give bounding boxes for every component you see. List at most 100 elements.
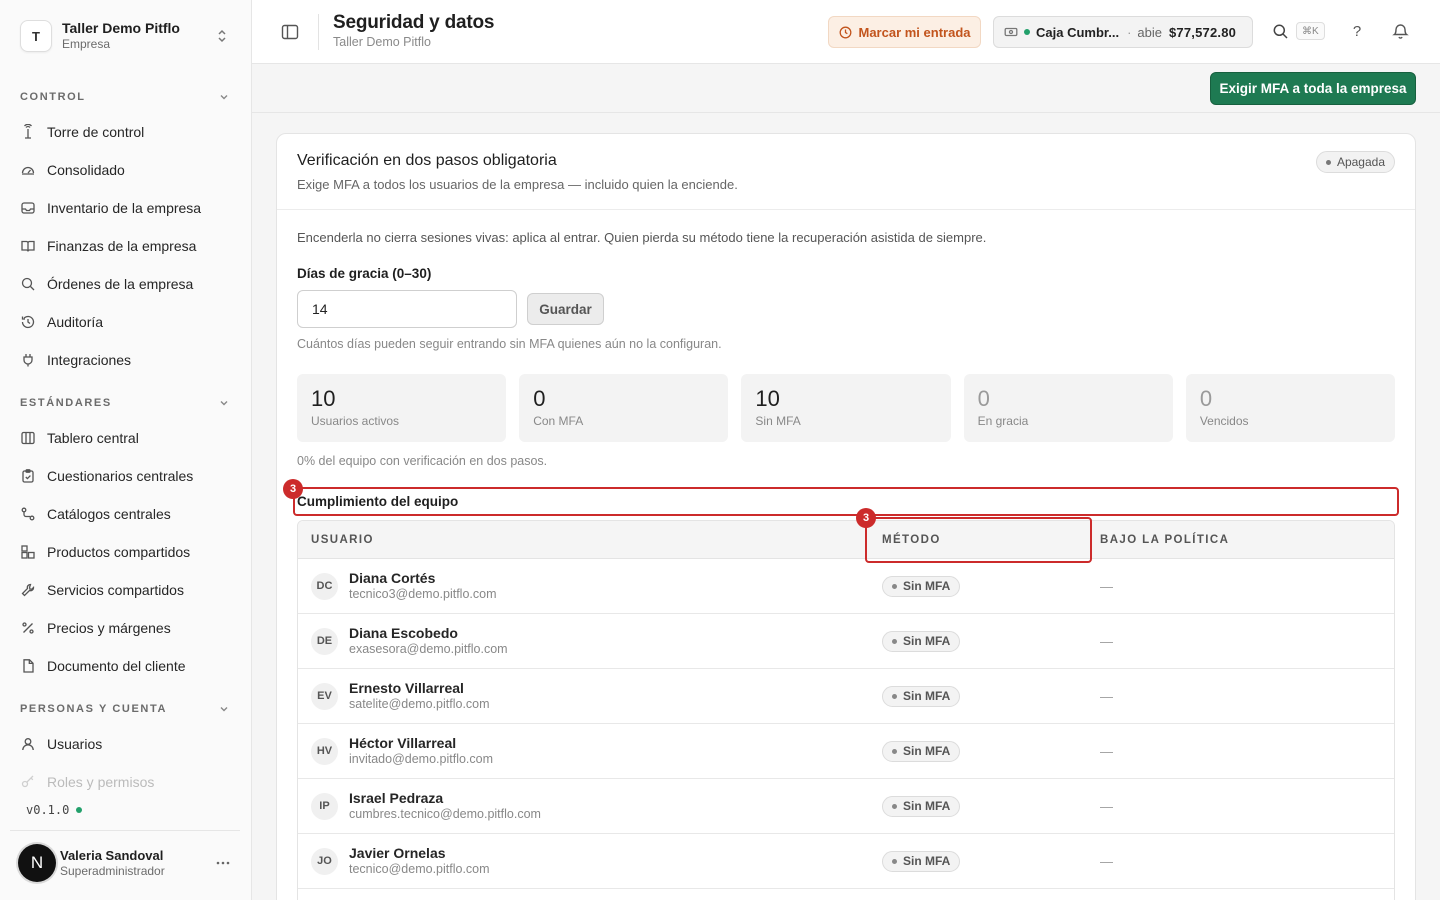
stat-expired: 0 Vencidos (1185, 374, 1396, 442)
method-badge: Sin MFA (882, 685, 961, 707)
status-dot (892, 748, 897, 754)
card-title: Verificación en dos pasos obligatoria (297, 152, 557, 169)
sidebar-item-roles[interactable]: Roles y permisos (10, 763, 240, 801)
user-email: cumbres.tecnico@demo.pitflo.com (349, 807, 541, 821)
wrench-icon (21, 583, 35, 597)
user-name: Israel Pedraza (349, 790, 444, 806)
stat-label: En gracia (977, 414, 1029, 428)
user-email: satelite@demo.pitflo.com (349, 697, 490, 711)
header-divider (318, 14, 319, 50)
table-row[interactable] (298, 889, 1394, 900)
stat-value: 10 (311, 386, 336, 411)
sidebar-section-personas: PERSONAS Y CUENTA Usuarios Roles y permi… (10, 693, 240, 801)
stat-value: 0 (977, 386, 990, 411)
tower-icon (23, 124, 33, 139)
grace-days-input[interactable] (297, 290, 517, 328)
section-header-control[interactable]: CONTROL (10, 81, 240, 113)
sidebar-item-catalogos[interactable]: Catálogos centrales (10, 495, 240, 533)
table-row[interactable]: DC Diana Cortés tecnico3@demo.pitflo.com … (298, 559, 1394, 614)
stat-label: Usuarios activos (311, 414, 400, 428)
sidebar-item-precios[interactable]: Precios y márgenes (10, 609, 240, 647)
gauge-icon (21, 166, 35, 175)
method-badge: Sin MFA (882, 575, 961, 597)
bell-icon[interactable] (1392, 22, 1409, 40)
workspace-avatar: T (20, 20, 52, 52)
sidebar-item-consolidado[interactable]: Consolidado (10, 151, 240, 189)
clock-icon (839, 26, 851, 38)
status-dot (76, 807, 83, 813)
route-icon (21, 507, 35, 521)
sidebar-item-cuestionarios[interactable]: Cuestionarios centrales (10, 457, 240, 495)
help-label: ? (1352, 22, 1362, 40)
sidebar-item-inventario[interactable]: Inventario de la empresa (10, 189, 240, 227)
card-header: Verificación en dos pasos obligatoria Ex… (277, 134, 1415, 210)
section-header-estandares[interactable]: ESTÁNDARES (10, 387, 240, 419)
current-user-menu[interactable]: N Valeria Sandoval Superadministrador (10, 838, 240, 888)
sidebar-item-ordenes[interactable]: Órdenes de la empresa (10, 265, 240, 303)
stat-label: Vencidos (1199, 414, 1249, 428)
column-header-user[interactable]: USUARIO (298, 534, 868, 546)
sidebar-toggle-icon[interactable] (280, 22, 300, 42)
table-row[interactable]: JO Javier Ornelas tecnico@demo.pitflo.com… (298, 834, 1394, 889)
user-name: Héctor Villarreal (349, 735, 457, 751)
user-email: invitado@demo.pitflo.com (349, 752, 494, 766)
workspace-switcher[interactable]: T Taller Demo Pitflo Empresa (10, 12, 240, 60)
sidebar-item-finanzas[interactable]: Finanzas de la empresa (10, 227, 240, 265)
clock-in-button[interactable]: Marcar mi entrada (828, 16, 981, 48)
sidebar-item-servicios[interactable]: Servicios compartidos (10, 571, 240, 609)
cash-register-selector[interactable]: Caja Cumbr... · abie $77,572.80 (993, 16, 1253, 48)
table-row[interactable]: DE Diana Escobedo exasesora@demo.pitflo.c… (298, 614, 1394, 669)
plug-icon (23, 354, 33, 367)
enforce-mfa-button[interactable]: Exigir MFA a toda la empresa (1210, 72, 1416, 105)
save-button[interactable]: Guardar (527, 293, 604, 325)
sidebar-item-usuarios[interactable]: Usuarios (10, 725, 240, 763)
compliance-table: USUARIO MÉTODO BAJO LA POLÍTICA DC Diana… (297, 520, 1395, 900)
search-icon[interactable] (1272, 23, 1289, 40)
sidebar-item-torre-de-control[interactable]: Torre de control (10, 113, 240, 151)
sidebar-item-productos[interactable]: Productos compartidos (10, 533, 240, 571)
avatar: IP (311, 792, 338, 820)
sidebar-item-documento-cliente[interactable]: Documento del cliente (10, 647, 240, 685)
status-dot (892, 803, 897, 809)
stat-value: 10 (755, 386, 780, 411)
workspace-type: Empresa (62, 37, 111, 51)
sidebar-item-tablero-central[interactable]: Tablero central (10, 419, 240, 457)
highlight-badge: 3 (283, 479, 303, 499)
avatar: DC (311, 572, 338, 600)
stat-value: 0 (533, 386, 546, 411)
policy-value: — (1100, 853, 1113, 869)
highlight-badge: 3 (856, 508, 876, 528)
avatar: EV (311, 682, 338, 710)
user-name: Ernesto Villarreal (349, 680, 464, 696)
user-name: Valeria Sandoval (60, 848, 164, 863)
file-icon (23, 659, 34, 673)
page-subtitle: Taller Demo Pitflo (333, 35, 431, 49)
grace-days-help: Cuántos días pueden seguir entrando sin … (297, 337, 722, 351)
stat-value: 0 (1199, 386, 1213, 411)
register-separator: · (1127, 24, 1132, 40)
column-header-policy[interactable]: BAJO LA POLÍTICA (1088, 534, 1394, 546)
stat-without-mfa: 10 Sin MFA (741, 374, 951, 442)
table-row[interactable]: HV Héctor Villarreal invitado@demo.pitflo… (298, 724, 1394, 779)
percent-icon (22, 622, 34, 634)
key-icon (21, 775, 34, 788)
stat-with-mfa: 0 Con MFA (519, 374, 729, 442)
main-content: Verificación en dos pasos obligatoria Ex… (252, 113, 1440, 900)
clipboard-icon (22, 469, 34, 483)
more-horizontal-icon[interactable] (214, 854, 232, 872)
method-badge: Sin MFA (882, 630, 961, 652)
chevron-down-icon (220, 707, 228, 712)
register-open-dot (1024, 29, 1030, 35)
table-header: USUARIO MÉTODO BAJO LA POLÍTICA (298, 521, 1394, 559)
card-description: Exige MFA a todos los usuarios de la emp… (297, 177, 738, 192)
section-header-personas[interactable]: PERSONAS Y CUENTA (10, 693, 240, 725)
sidebar: T Taller Demo Pitflo Empresa CONTROL Tor… (0, 0, 252, 900)
column-header-method[interactable]: MÉTODO (868, 534, 1088, 546)
sidebar-item-auditoria[interactable]: Auditoría (10, 303, 240, 341)
table-row[interactable]: IP Israel Pedraza cumbres.tecnico@demo.pi… (298, 779, 1394, 834)
user-name: Diana Escobedo (349, 625, 458, 641)
help-button[interactable]: ? (1348, 22, 1366, 40)
sidebar-item-integraciones[interactable]: Integraciones (10, 341, 240, 379)
avatar: N (18, 844, 56, 882)
table-row[interactable]: EV Ernesto Villarreal satelite@demo.pitfl… (298, 669, 1394, 724)
